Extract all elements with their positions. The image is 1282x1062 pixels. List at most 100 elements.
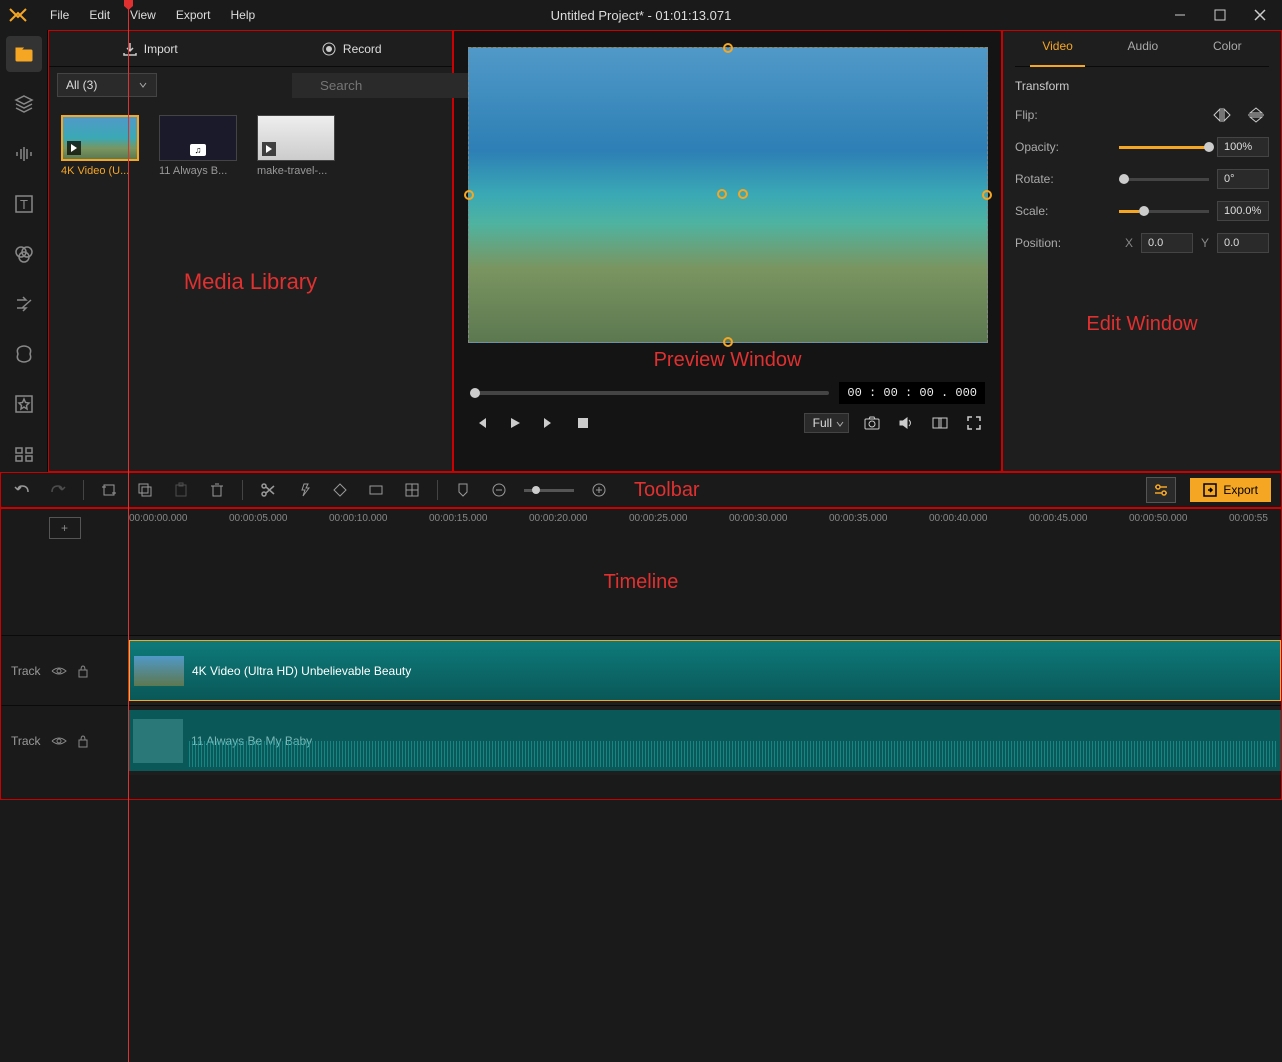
track-label: Track xyxy=(11,664,41,678)
media-filter-dropdown[interactable]: All (3) xyxy=(57,73,157,97)
record-button[interactable]: Record xyxy=(251,31,453,66)
ruler-tick: 00:00:25.000 xyxy=(629,513,729,524)
ruler-tick: 00:00:05.000 xyxy=(229,513,329,524)
ruler-tick: 00:00:00.000 xyxy=(129,513,229,524)
tab-color[interactable]: Color xyxy=(1201,31,1254,66)
timeline-clip-audio[interactable]: 11 Always Be My Baby xyxy=(129,710,1281,771)
export-button[interactable]: Export xyxy=(1190,478,1271,502)
preview-panel-annotation: Preview Window xyxy=(462,349,993,372)
maximize-button[interactable] xyxy=(1206,5,1234,25)
ruler-tick: 00:00:40.000 xyxy=(929,513,1029,524)
lock-icon[interactable] xyxy=(77,734,89,748)
rotate-label: Rotate: xyxy=(1015,172,1075,186)
rotate-slider[interactable] xyxy=(1119,178,1209,181)
scale-slider[interactable] xyxy=(1119,210,1209,213)
tab-video[interactable]: Video xyxy=(1030,31,1084,66)
preview-quality-dropdown[interactable]: Full xyxy=(804,413,849,433)
media-item-1[interactable]: ♫ 11 Always B... xyxy=(159,115,239,177)
media-item-label: make-travel-... xyxy=(257,165,337,177)
media-library-panel: Import Record All (3) 4K Video (U... xyxy=(48,30,453,472)
media-item-0[interactable]: 4K Video (U... xyxy=(61,115,141,177)
svg-text:T: T xyxy=(20,197,28,212)
main-menu: File Edit View Export Help xyxy=(40,4,265,26)
marker-button[interactable] xyxy=(452,479,474,501)
timeline-ruler[interactable]: 00:00:00.00000:00:05.00000:00:10.00000:0… xyxy=(129,509,1281,547)
menu-edit[interactable]: Edit xyxy=(79,4,120,26)
opacity-slider[interactable] xyxy=(1119,146,1209,149)
app-logo xyxy=(8,5,28,25)
timeline-settings-button[interactable] xyxy=(1146,477,1176,503)
play-button[interactable] xyxy=(504,412,526,434)
ruler-tick: 00:00:20.000 xyxy=(529,513,629,524)
sidebar-transitions-icon[interactable] xyxy=(6,286,42,322)
tab-audio[interactable]: Audio xyxy=(1116,31,1171,66)
split-button[interactable] xyxy=(257,479,279,501)
menu-export[interactable]: Export xyxy=(166,4,221,26)
visibility-icon[interactable] xyxy=(51,735,67,747)
menu-file[interactable]: File xyxy=(40,4,79,26)
stop-button[interactable] xyxy=(572,412,594,434)
visibility-icon[interactable] xyxy=(51,665,67,677)
close-button[interactable] xyxy=(1246,5,1274,25)
compare-button[interactable] xyxy=(929,412,951,434)
position-label: Position: xyxy=(1015,236,1075,250)
ruler-tick: 00:00:50.000 xyxy=(1129,513,1229,524)
zoom-out-button[interactable] xyxy=(488,479,510,501)
scale-label: Scale: xyxy=(1015,204,1075,218)
sidebar-media-icon[interactable] xyxy=(6,36,42,72)
seek-slider[interactable] xyxy=(470,391,829,395)
snapshot-button[interactable] xyxy=(861,412,883,434)
grid-button[interactable] xyxy=(401,479,423,501)
aspect-button[interactable] xyxy=(365,479,387,501)
scale-value[interactable]: 100.0% xyxy=(1217,201,1269,221)
sidebar-filters-icon[interactable] xyxy=(6,236,42,272)
rotate-value[interactable]: 0° xyxy=(1217,169,1269,189)
timeline-clip-video[interactable]: 4K Video (Ultra HD) Unbelievable Beauty xyxy=(129,640,1281,701)
toolbar-annotation: Toolbar xyxy=(634,479,700,502)
undo-button[interactable] xyxy=(11,479,33,501)
minimize-button[interactable] xyxy=(1166,5,1194,25)
sidebar-elements-icon[interactable] xyxy=(6,336,42,372)
timeline-track-1: Track 4K Video (Ultra HD) Unbelievable B… xyxy=(1,635,1281,705)
ruler-tick: 00:00:35.000 xyxy=(829,513,929,524)
position-x-input[interactable] xyxy=(1141,233,1193,253)
crop-button[interactable] xyxy=(98,479,120,501)
flip-vertical-button[interactable] xyxy=(1243,105,1269,125)
redo-button[interactable] xyxy=(47,479,69,501)
prev-frame-button[interactable] xyxy=(470,412,492,434)
sidebar-layers-icon[interactable] xyxy=(6,86,42,122)
sidebar-more-icon[interactable] xyxy=(6,436,42,472)
sidebar-audio-icon[interactable] xyxy=(6,136,42,172)
import-button[interactable]: Import xyxy=(49,31,251,66)
next-frame-button[interactable] xyxy=(538,412,560,434)
media-item-label: 11 Always B... xyxy=(159,165,239,177)
media-item-2[interactable]: make-travel-... xyxy=(257,115,337,177)
playhead[interactable] xyxy=(128,508,129,800)
chevron-down-icon xyxy=(836,420,844,428)
timeline-track-2: Track 11 Always Be My Baby xyxy=(1,705,1281,775)
position-y-input[interactable] xyxy=(1217,233,1269,253)
record-label: Record xyxy=(343,42,382,56)
fullscreen-button[interactable] xyxy=(963,412,985,434)
sidebar-text-icon[interactable]: T xyxy=(6,186,42,222)
paste-button[interactable] xyxy=(170,479,192,501)
flip-horizontal-button[interactable] xyxy=(1209,105,1235,125)
opacity-value[interactable]: 100% xyxy=(1217,137,1269,157)
media-item-label: 4K Video (U... xyxy=(61,165,141,177)
speed-button[interactable] xyxy=(293,479,315,501)
lock-icon[interactable] xyxy=(77,664,89,678)
edit-panel-annotation: Edit Window xyxy=(1015,313,1269,336)
preview-canvas[interactable] xyxy=(468,47,988,343)
delete-button[interactable] xyxy=(206,479,228,501)
ruler-tick: 00:00:15.000 xyxy=(429,513,529,524)
zoom-in-button[interactable] xyxy=(588,479,610,501)
keyframe-button[interactable] xyxy=(329,479,351,501)
add-track-button[interactable]: + xyxy=(49,517,81,539)
copy-button[interactable] xyxy=(134,479,156,501)
ruler-tick: 00:00:55 xyxy=(1229,513,1281,524)
menu-help[interactable]: Help xyxy=(221,4,266,26)
opacity-label: Opacity: xyxy=(1015,140,1075,154)
sidebar-favorites-icon[interactable] xyxy=(6,386,42,422)
zoom-slider[interactable] xyxy=(524,489,574,492)
volume-button[interactable] xyxy=(895,412,917,434)
